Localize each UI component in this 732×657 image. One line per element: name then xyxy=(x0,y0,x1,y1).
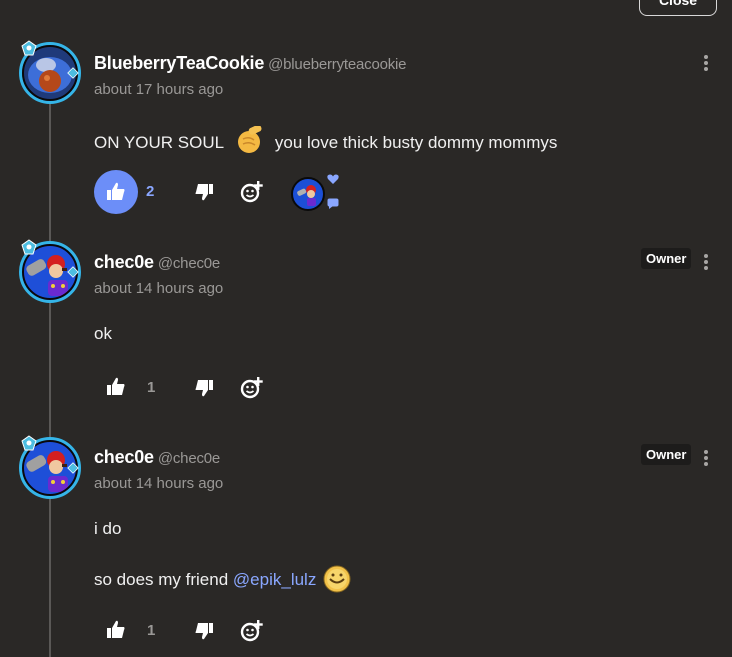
username[interactable]: chec0e @chec0e xyxy=(94,447,220,468)
comment-text: so does my friend xyxy=(94,570,229,589)
reply-avatar xyxy=(291,177,325,211)
comment-body: i do xyxy=(94,519,121,539)
user-handle: @chec0e xyxy=(157,450,221,467)
comment-text: i do xyxy=(94,519,122,538)
user-handle: @blueberryteacookie xyxy=(268,56,407,73)
add-reaction-icon[interactable] xyxy=(239,375,265,401)
rank-badge-icon xyxy=(21,435,37,451)
thumbs-down-icon[interactable] xyxy=(193,621,215,643)
add-reaction-icon[interactable] xyxy=(239,179,265,205)
kebab-menu-icon[interactable] xyxy=(703,450,709,470)
rank-badge-icon xyxy=(67,266,79,278)
rank-badge-icon xyxy=(21,239,37,255)
close-button[interactable]: Close xyxy=(639,0,717,16)
thumbs-down-icon[interactable] xyxy=(193,378,215,400)
like-button[interactable] xyxy=(94,170,138,214)
thumbs-up-icon[interactable] xyxy=(105,619,127,641)
owner-badge: Owner xyxy=(641,248,692,269)
display-name[interactable]: chec0e xyxy=(94,447,154,467)
kebab-menu-icon[interactable] xyxy=(703,254,709,274)
display-name[interactable]: BlueberryTeaCookie xyxy=(94,53,264,73)
like-count: 1 xyxy=(147,622,156,639)
username[interactable]: chec0e @chec0e xyxy=(94,252,220,273)
rank-badge-icon xyxy=(21,40,37,56)
thumbs-down-icon[interactable] xyxy=(193,182,215,204)
comment-text: ok xyxy=(94,324,112,343)
rank-badge-icon xyxy=(67,462,79,474)
owner-badge: Owner xyxy=(641,444,692,465)
thumbs-up-icon[interactable] xyxy=(105,376,127,398)
thread-line xyxy=(49,90,51,657)
smile-emoji xyxy=(323,565,351,593)
display-name[interactable]: chec0e xyxy=(94,252,154,272)
comment-text: ON YOUR SOUL xyxy=(94,133,224,152)
username[interactable]: BlueberryTeaCookie @blueberryteacookie xyxy=(94,53,407,74)
rank-badge-icon xyxy=(67,67,79,79)
user-mention-link[interactable]: @epik_lulz xyxy=(233,570,316,589)
like-count: 2 xyxy=(146,183,155,200)
pointing-hand-emoji xyxy=(238,124,262,153)
like-count: 1 xyxy=(147,379,156,396)
comment-body: so does my friend @epik_lulz xyxy=(94,565,351,593)
comment-body: ON YOUR SOUL you love thick busty dommy … xyxy=(94,124,558,156)
reply-preview[interactable] xyxy=(291,173,341,213)
timestamp: about 14 hours ago xyxy=(94,475,224,492)
comment-body: ok xyxy=(94,324,112,344)
heart-icon xyxy=(327,174,339,184)
kebab-menu-icon[interactable] xyxy=(703,55,709,75)
comment-text: you love thick busty dommy mommys xyxy=(274,133,558,152)
user-handle: @chec0e xyxy=(157,255,221,272)
timestamp: about 17 hours ago xyxy=(94,81,224,98)
timestamp: about 14 hours ago xyxy=(94,280,224,297)
add-reaction-icon[interactable] xyxy=(239,618,265,644)
reply-bubble-icon xyxy=(327,198,339,209)
thumbs-up-icon xyxy=(107,182,125,200)
